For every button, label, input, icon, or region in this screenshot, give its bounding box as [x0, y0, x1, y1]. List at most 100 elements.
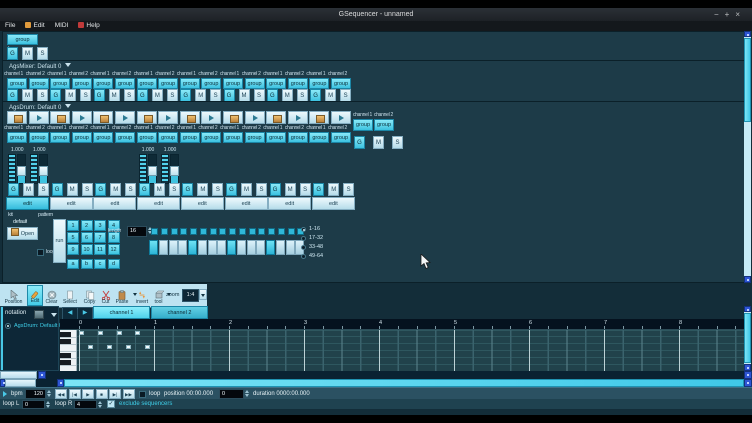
previous-button[interactable]: |◀: [69, 389, 81, 399]
bank-page-button[interactable]: c: [94, 259, 106, 269]
drum-group-button[interactable]: group: [223, 132, 243, 143]
loop-l-input[interactable]: 0: [22, 400, 45, 409]
drum-group-button[interactable]: group: [137, 132, 157, 143]
gms-m-button[interactable]: M: [23, 183, 34, 196]
bank-page-button[interactable]: d: [108, 259, 120, 269]
scroll-up-button[interactable]: [744, 31, 751, 37]
pad-play-button[interactable]: [115, 111, 135, 124]
gms-m-button[interactable]: M: [197, 183, 208, 196]
mixer-group-button[interactable]: group: [266, 78, 286, 89]
drum-group-button[interactable]: group: [72, 132, 92, 143]
gms-m-button[interactable]: M: [328, 183, 339, 196]
slider-thumb[interactable]: [17, 166, 26, 176]
pattern-step-1[interactable]: [149, 240, 158, 255]
pad-play-button[interactable]: [245, 111, 265, 124]
scroll-thumb[interactable]: [744, 313, 751, 363]
gms-s-button[interactable]: S: [125, 183, 136, 196]
bank-button[interactable]: 9: [67, 244, 79, 255]
gms-g-button[interactable]: G: [226, 183, 237, 196]
slider-thumb[interactable]: [170, 166, 179, 176]
title-bar[interactable]: GSequencer - unnamed: [0, 8, 752, 21]
menu-file[interactable]: File: [0, 21, 20, 31]
pattern-step-12[interactable]: [256, 240, 265, 255]
pad-play-button[interactable]: [288, 111, 308, 124]
machine-radio[interactable]: [5, 323, 11, 329]
note[interactable]: [107, 345, 112, 349]
machines-hscrollbar[interactable]: [0, 379, 752, 387]
drum-group-button[interactable]: group: [331, 132, 351, 143]
stop-button[interactable]: ■: [96, 389, 108, 399]
scroll-down-button[interactable]: [744, 276, 751, 283]
pad-play-button[interactable]: [158, 111, 178, 124]
gms-g-button[interactable]: G: [182, 183, 193, 196]
pad-play-button[interactable]: [72, 111, 92, 124]
pattern-step-6[interactable]: [198, 240, 207, 255]
pad-open-button[interactable]: [309, 111, 329, 124]
gms-m-button[interactable]: M: [154, 183, 165, 196]
gms-g-button[interactable]: G: [354, 136, 365, 149]
next-button[interactable]: ▶|: [109, 389, 121, 399]
mixer-group-button[interactable]: group: [29, 78, 49, 89]
clear-tool-button[interactable]: Clear: [44, 285, 59, 306]
note[interactable]: [117, 331, 122, 335]
bank-button[interactable]: 11: [94, 244, 106, 255]
pad-play-button[interactable]: [201, 111, 221, 124]
menu-edit[interactable]: Edit: [20, 21, 49, 31]
drum-header[interactable]: AgsDrum: Default 0: [9, 104, 71, 111]
mixer-group-button[interactable]: group: [7, 78, 27, 89]
pad-open-button[interactable]: [180, 111, 200, 124]
zoom-combo[interactable]: 1:4: [182, 289, 199, 302]
drum-group-button[interactable]: group: [309, 132, 329, 143]
scroll-thumb[interactable]: [0, 371, 37, 379]
scroll-thumb[interactable]: [5, 379, 36, 387]
select-tool-button[interactable]: Select: [60, 285, 80, 306]
mixer-group-button[interactable]: group: [180, 78, 200, 89]
notation-hscrollbar[interactable]: [0, 371, 752, 379]
gms-g-button[interactable]: G: [7, 47, 18, 60]
note[interactable]: [135, 331, 140, 335]
gms-s-button[interactable]: S: [38, 183, 49, 196]
drum-group-button[interactable]: group: [158, 132, 178, 143]
mixer-group-button[interactable]: group: [309, 78, 329, 89]
drum-group-button[interactable]: group: [266, 132, 286, 143]
pad-open-button[interactable]: [50, 111, 70, 124]
pattern-step-4[interactable]: [178, 240, 187, 255]
drum-output-group-button[interactable]: group: [374, 119, 394, 131]
gms-g-button[interactable]: G: [270, 183, 281, 196]
pattern-step-13[interactable]: [266, 240, 275, 255]
bpm-spinner[interactable]: [47, 389, 52, 398]
mixer-group-button[interactable]: group: [93, 78, 113, 89]
drum-group-button[interactable]: group: [245, 132, 265, 143]
note[interactable]: [88, 345, 93, 349]
machines-vscrollbar[interactable]: [744, 31, 751, 283]
pattern-step-5[interactable]: [188, 240, 197, 255]
forward-button[interactable]: ▶▶: [123, 389, 135, 399]
position-tool-button[interactable]: Position: [1, 285, 26, 306]
mixer-group-button[interactable]: group: [288, 78, 308, 89]
paste-tool-button[interactable]: Paste: [113, 285, 131, 306]
drum-group-button[interactable]: group: [93, 132, 113, 143]
pattern-step-2[interactable]: [159, 240, 168, 255]
drum-group-button[interactable]: group: [7, 132, 27, 143]
maximize-button[interactable]: +: [725, 10, 736, 19]
tool-tool-button[interactable]: tool: [152, 285, 165, 306]
rewind-button[interactable]: ◀◀: [55, 389, 67, 399]
range-radio[interactable]: [301, 254, 306, 259]
gms-s-button[interactable]: S: [212, 183, 223, 196]
expander-icon[interactable]: [3, 391, 7, 397]
pad-edit-button[interactable]: edit: [6, 197, 49, 210]
drum-group-button[interactable]: group: [288, 132, 308, 143]
gms-m-button[interactable]: M: [373, 136, 384, 149]
close-button[interactable]: ×: [735, 10, 746, 19]
range-radio[interactable]: [301, 245, 306, 250]
drum-group-button[interactable]: group: [180, 132, 200, 143]
edit-tool-button[interactable]: Edit: [27, 285, 43, 306]
tab-channel-2[interactable]: channel 2: [151, 306, 208, 319]
position-input[interactable]: 0: [219, 389, 244, 399]
mixer-group-button[interactable]: group: [331, 78, 351, 89]
pad-open-button[interactable]: [137, 111, 157, 124]
exclude-sequencers-checkbox[interactable]: ✓: [107, 400, 115, 408]
pad-open-button[interactable]: [7, 111, 27, 124]
mixer-group-button[interactable]: group: [115, 78, 135, 89]
pad-open-button[interactable]: [223, 111, 243, 124]
